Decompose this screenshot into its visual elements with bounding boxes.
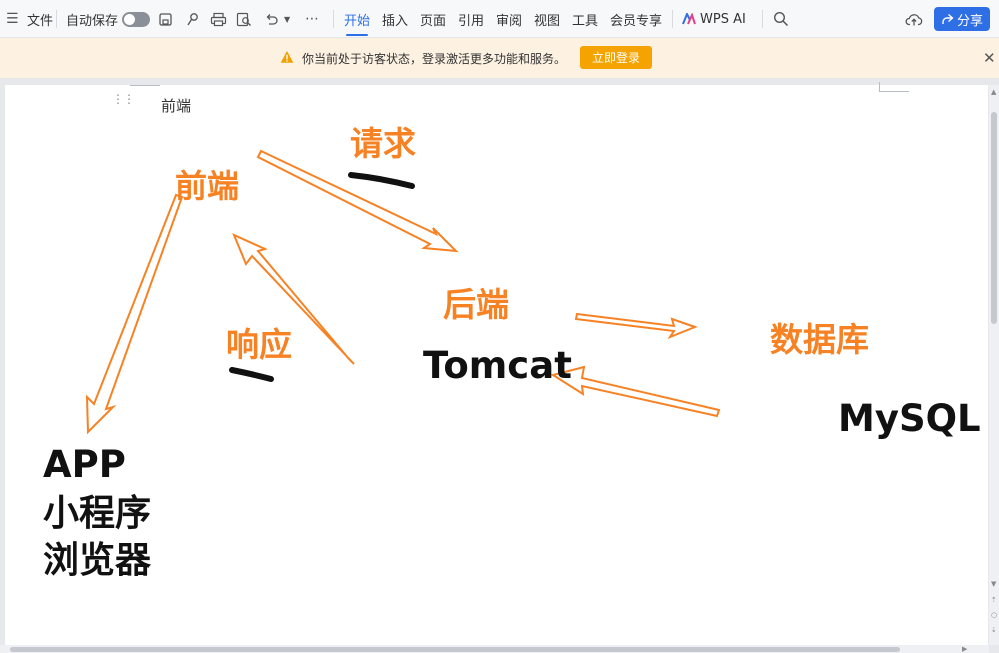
print-preview-icon[interactable] — [236, 0, 252, 38]
scroll-up-arrow-icon[interactable]: ▲ — [991, 88, 996, 96]
guest-notice-bar: 你当前处于访客状态，登录激活更多功能和服务。 立即登录 ✕ — [0, 38, 999, 78]
more-icon[interactable]: ⋯ — [305, 0, 320, 38]
undo-dropdown-chevron-icon[interactable]: ▼ — [284, 0, 290, 38]
toolbar-divider — [333, 10, 334, 28]
scroll-prev-page-icon[interactable]: ⇡ — [991, 596, 997, 604]
file-menu-label: 文件 — [27, 13, 54, 29]
page-margin-marker — [130, 85, 160, 93]
cloud-upload-icon[interactable] — [905, 0, 923, 38]
share-icon — [942, 13, 954, 24]
tab-review[interactable]: 审阅 — [496, 0, 522, 38]
scroll-select-object-icon[interactable]: ○ — [991, 611, 997, 619]
tab-insert[interactable]: 插入 — [382, 0, 408, 38]
tab-label: 会员专享 — [610, 13, 663, 29]
scroll-down-arrow-icon[interactable]: ▼ — [991, 580, 996, 588]
vertical-scroll-thumb[interactable] — [991, 112, 997, 324]
tab-label: 视图 — [534, 13, 561, 29]
tab-view[interactable]: 视图 — [534, 0, 560, 38]
login-button[interactable]: 立即登录 — [580, 46, 652, 69]
scroll-right-arrow-icon[interactable]: ▶ — [962, 645, 967, 653]
autosave-label: 自动保存 — [66, 13, 119, 29]
wps-ai-icon — [682, 13, 696, 25]
document-header-text: 前端 — [161, 97, 192, 115]
tab-home[interactable]: 开始 — [344, 0, 370, 38]
top-toolbar: ☰ 文件 自动保存 ▼ ⋯ 开始 插入 页面 引用 审阅 视图 工具 会员专享 … — [0, 0, 999, 38]
save-icon[interactable] — [158, 0, 173, 38]
tab-references[interactable]: 引用 — [458, 0, 484, 38]
tab-label: 页面 — [420, 13, 447, 29]
format-painter-icon[interactable] — [185, 0, 200, 38]
page-margin-marker — [879, 82, 909, 92]
tab-tools[interactable]: 工具 — [572, 0, 598, 38]
tab-membership[interactable]: 会员专享 — [610, 0, 662, 38]
document-page[interactable] — [5, 85, 988, 645]
scroll-next-page-icon[interactable]: ⇣ — [991, 626, 997, 634]
toolbar-divider — [56, 10, 57, 28]
file-menu[interactable]: 文件 — [27, 0, 53, 38]
tab-label: 插入 — [382, 13, 409, 29]
toolbar-divider — [672, 10, 673, 28]
drag-handle-icon[interactable]: ⋮⋮ — [112, 93, 135, 105]
undo-icon[interactable] — [264, 0, 279, 38]
toolbar-divider — [762, 10, 763, 28]
print-icon[interactable] — [210, 0, 227, 38]
close-icon[interactable]: ✕ — [983, 49, 996, 67]
warning-icon — [280, 51, 294, 63]
share-button-label: 分享 — [956, 13, 983, 29]
wps-ai-label: WPS AI — [700, 11, 746, 27]
toggle-switch-icon[interactable] — [122, 11, 151, 27]
autosave-toggle[interactable]: 自动保存 — [66, 0, 151, 38]
tab-page[interactable]: 页面 — [420, 0, 446, 38]
menu-icon[interactable]: ☰ — [6, 0, 19, 38]
notice-message: 你当前处于访客状态，登录激活更多功能和服务。 — [302, 52, 567, 66]
horizontal-scroll-thumb[interactable] — [10, 647, 900, 652]
tab-label: 开始 — [344, 13, 371, 29]
tab-label: 引用 — [458, 13, 485, 29]
tab-label: 审阅 — [496, 13, 523, 29]
search-icon[interactable] — [773, 0, 789, 38]
active-tab-indicator — [346, 34, 368, 36]
tab-label: 工具 — [572, 13, 599, 29]
share-button[interactable]: 分享 — [934, 7, 990, 31]
wps-ai-button[interactable]: WPS AI — [682, 0, 746, 38]
